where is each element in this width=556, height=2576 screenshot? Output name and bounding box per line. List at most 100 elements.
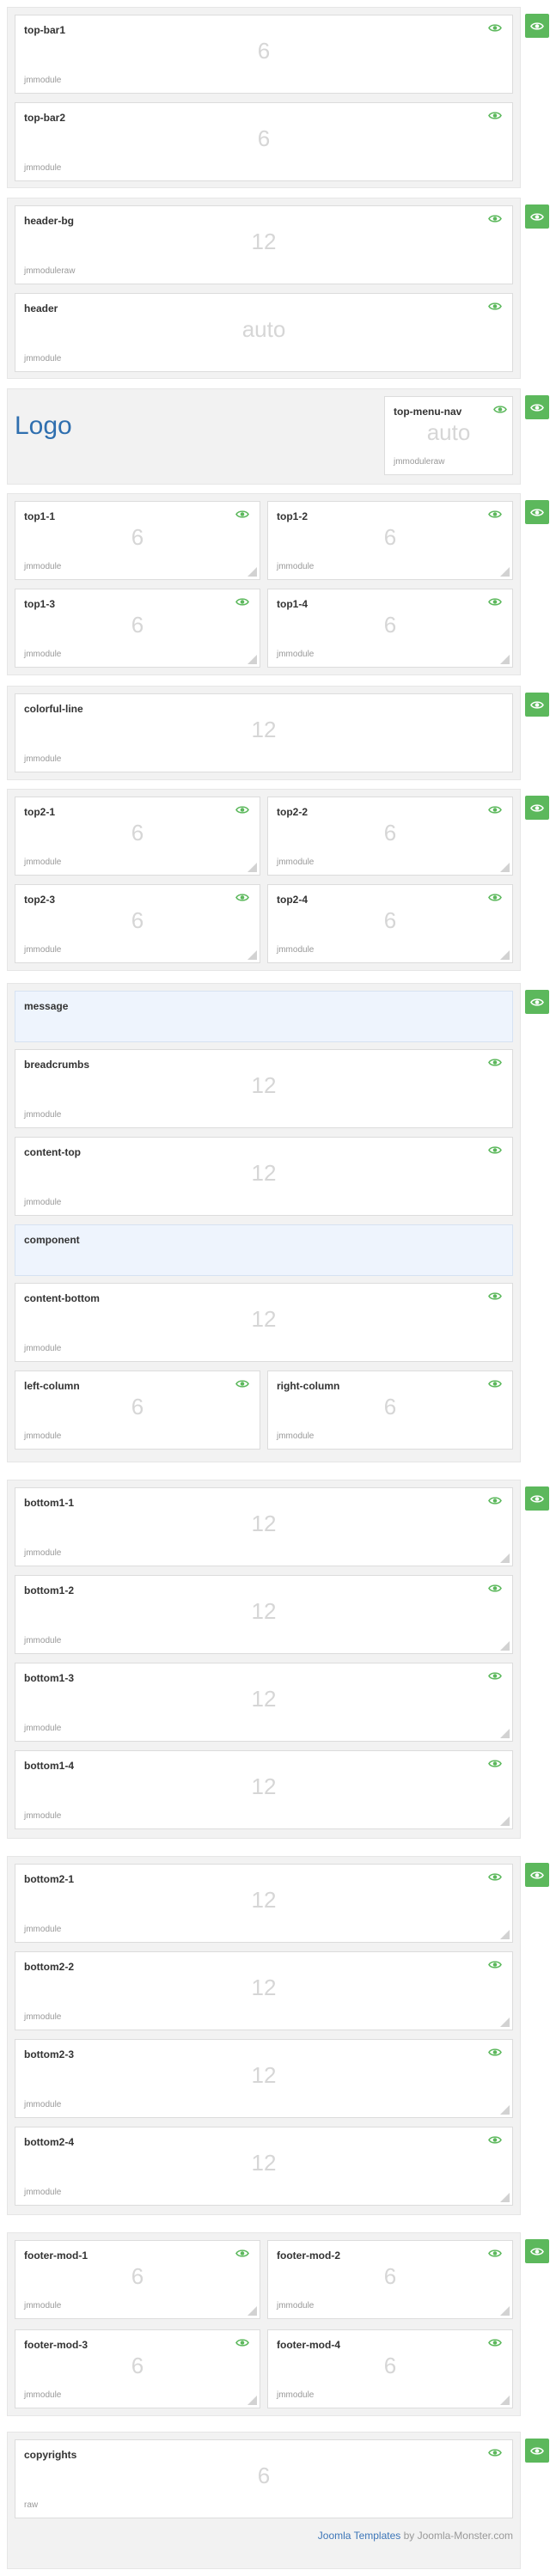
eye-icon[interactable] [235, 805, 249, 815]
resize-handle-icon[interactable] [500, 1930, 510, 1939]
position-block[interactable]: header auto jmmodule [15, 293, 513, 372]
eye-icon[interactable] [488, 2048, 502, 2057]
position-type: jmmoduleraw [24, 266, 76, 276]
position-block[interactable]: colorful-line 12 jmmodule [15, 693, 513, 772]
position-block[interactable]: top1-1 6 jmmodule [15, 501, 260, 580]
section-visibility-button[interactable] [525, 2439, 549, 2463]
position-block[interactable]: top2-2 6 jmmodule [267, 797, 513, 876]
position-block[interactable]: top-bar2 6 jmmodule [15, 102, 513, 181]
position-block[interactable]: footer-mod-2 6 jmmodule [267, 2240, 513, 2319]
resize-handle-icon[interactable] [500, 1729, 510, 1738]
resize-handle-icon[interactable] [500, 2193, 510, 2202]
position-block[interactable]: bottom1-1 12 jmmodule [15, 1487, 513, 1566]
position-block[interactable]: top2-4 6 jmmodule [267, 884, 513, 963]
eye-icon[interactable] [488, 2249, 502, 2258]
eye-icon[interactable] [488, 1671, 502, 1681]
section-visibility-button[interactable] [525, 2239, 549, 2263]
resize-handle-icon[interactable] [247, 655, 257, 664]
eye-icon[interactable] [488, 1058, 502, 1067]
section-visibility-button[interactable] [525, 204, 549, 229]
eye-icon[interactable] [235, 1379, 249, 1389]
eye-icon[interactable] [488, 23, 502, 33]
section-visibility-button[interactable] [525, 693, 549, 717]
resize-handle-icon[interactable] [500, 2396, 510, 2405]
resize-handle-icon[interactable] [500, 1641, 510, 1651]
section-visibility-button[interactable] [525, 1863, 549, 1887]
resize-handle-icon[interactable] [500, 863, 510, 872]
eye-icon[interactable] [488, 510, 502, 519]
eye-icon[interactable] [235, 2249, 249, 2258]
resize-handle-icon[interactable] [500, 2105, 510, 2115]
eye-icon[interactable] [488, 597, 502, 607]
eye-icon [530, 998, 544, 1007]
resize-handle-icon[interactable] [500, 950, 510, 960]
eye-icon[interactable] [488, 1872, 502, 1882]
eye-icon[interactable] [493, 405, 507, 414]
position-type: raw [24, 2500, 39, 2510]
position-block[interactable]: right-column 6 jmmodule [267, 1370, 513, 1450]
eye-icon[interactable] [488, 805, 502, 815]
position-block[interactable]: top1-2 6 jmmodule [267, 501, 513, 580]
position-block[interactable]: top2-3 6 jmmodule [15, 884, 260, 963]
logo[interactable]: Logo [15, 412, 72, 441]
resize-handle-icon[interactable] [500, 1816, 510, 1826]
position-block[interactable]: top-menu-nav auto jmmoduleraw [384, 396, 513, 475]
section-visibility-button[interactable] [525, 14, 549, 38]
eye-icon[interactable] [488, 1496, 502, 1505]
position-block[interactable]: breadcrumbs 12 jmmodule [15, 1049, 513, 1128]
position-block[interactable]: top2-1 6 jmmodule [15, 797, 260, 876]
eye-icon[interactable] [488, 1584, 502, 1593]
resize-handle-icon[interactable] [500, 655, 510, 664]
position-block[interactable]: bottom2-1 12 jmmodule [15, 1864, 513, 1943]
position-block[interactable]: top1-4 6 jmmodule [267, 589, 513, 668]
position-block[interactable]: bottom1-2 12 jmmodule [15, 1575, 513, 1654]
position-block[interactable]: content-bottom 12 jmmodule [15, 1283, 513, 1362]
position-block[interactable]: top1-3 6 jmmodule [15, 589, 260, 668]
section-visibility-button[interactable] [525, 1486, 549, 1511]
position-type: jmmodule [24, 163, 62, 173]
position-block[interactable]: copyrights 6 raw [15, 2439, 513, 2518]
eye-icon[interactable] [488, 1759, 502, 1768]
section-visibility-button[interactable] [525, 990, 549, 1014]
position-block[interactable]: bottom2-2 12 jmmodule [15, 1951, 513, 2030]
position-block[interactable]: bottom1-3 12 jmmodule [15, 1663, 513, 1742]
eye-icon[interactable] [488, 893, 502, 902]
position-block[interactable]: footer-mod-4 6 jmmodule [267, 2329, 513, 2408]
resize-handle-icon[interactable] [247, 950, 257, 960]
eye-icon[interactable] [235, 597, 249, 607]
resize-handle-icon[interactable] [500, 567, 510, 577]
section-visibility-button[interactable] [525, 500, 549, 524]
section-visibility-button[interactable] [525, 796, 549, 820]
eye-icon[interactable] [235, 510, 249, 519]
resize-handle-icon[interactable] [247, 2396, 257, 2405]
position-block[interactable]: footer-mod-1 6 jmmodule [15, 2240, 260, 2319]
eye-icon[interactable] [488, 111, 502, 120]
position-block[interactable]: top-bar1 6 jmmodule [15, 15, 513, 94]
position-block[interactable]: footer-mod-3 6 jmmodule [15, 2329, 260, 2408]
resize-handle-icon[interactable] [500, 2306, 510, 2316]
resize-handle-icon[interactable] [247, 2306, 257, 2316]
eye-icon[interactable] [488, 1960, 502, 1969]
eye-icon[interactable] [488, 2135, 502, 2145]
eye-icon[interactable] [235, 2338, 249, 2347]
eye-icon[interactable] [488, 1145, 502, 1155]
footer-link[interactable]: Joomla Templates [318, 2530, 401, 2542]
position-block[interactable]: content-top 12 jmmodule [15, 1137, 513, 1216]
eye-icon[interactable] [488, 2338, 502, 2347]
eye-icon[interactable] [488, 302, 502, 311]
position-block[interactable]: header-bg 12 jmmoduleraw [15, 205, 513, 284]
position-block[interactable]: bottom1-4 12 jmmodule [15, 1750, 513, 1829]
position-block[interactable]: bottom2-4 12 jmmodule [15, 2127, 513, 2206]
eye-icon[interactable] [488, 1291, 502, 1301]
resize-handle-icon[interactable] [500, 2017, 510, 2027]
position-block[interactable]: bottom2-3 12 jmmodule [15, 2039, 513, 2118]
position-block[interactable]: left-column 6 jmmodule [15, 1370, 260, 1450]
resize-handle-icon[interactable] [247, 567, 257, 577]
eye-icon[interactable] [488, 2448, 502, 2457]
eye-icon[interactable] [235, 893, 249, 902]
resize-handle-icon[interactable] [247, 863, 257, 872]
eye-icon[interactable] [488, 214, 502, 223]
eye-icon[interactable] [488, 1379, 502, 1389]
section-visibility-button[interactable] [525, 395, 549, 419]
resize-handle-icon[interactable] [500, 1554, 510, 1563]
